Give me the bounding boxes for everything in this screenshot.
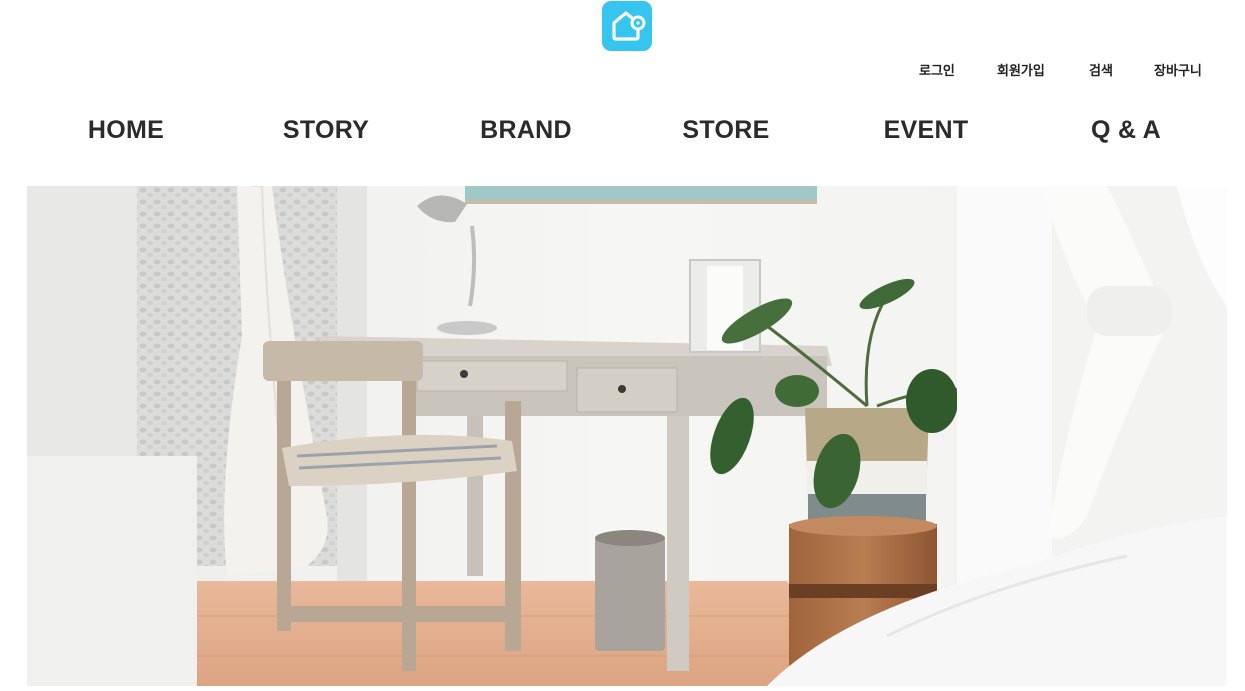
hero-image [27, 186, 1227, 686]
nav-store[interactable]: STORE [626, 116, 826, 145]
nav-story[interactable]: STORY [226, 116, 426, 145]
logo-link[interactable] [602, 1, 652, 51]
hero-interior-illustration [27, 186, 1227, 686]
join-link[interactable]: 회원가입 [997, 60, 1045, 79]
home-with-pin-icon [612, 11, 646, 41]
utility-nav: 로그인 회원가입 검색 장바구니 [0, 60, 1245, 80]
login-link[interactable]: 로그인 [919, 60, 955, 79]
nav-event[interactable]: EVENT [826, 116, 1026, 145]
search-link[interactable]: 검색 [1089, 60, 1113, 79]
main-nav: HOME STORY BRAND STORE EVENT Q & A [0, 116, 1245, 152]
nav-brand[interactable]: BRAND [426, 116, 626, 145]
nav-home[interactable]: HOME [26, 116, 226, 145]
nav-qa[interactable]: Q & A [1026, 116, 1226, 145]
cart-link[interactable]: 장바구니 [1154, 60, 1202, 79]
